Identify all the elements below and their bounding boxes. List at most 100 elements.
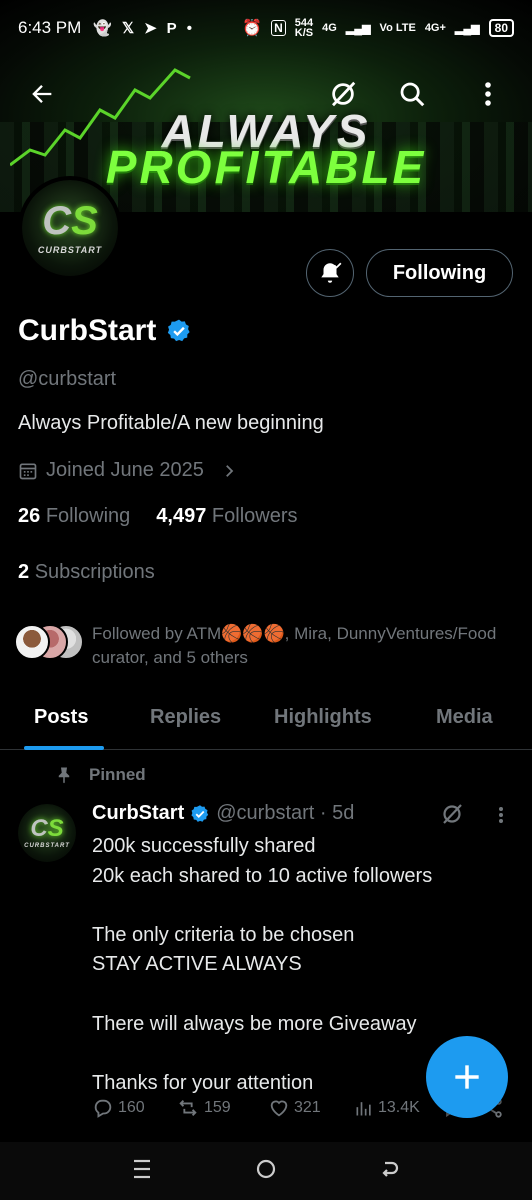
followed-by-text: Followed by ATM🏀🏀🏀, Mira, DunnyVentures/… <box>92 624 497 667</box>
post-avatar-logo: CS CURBSTART <box>18 804 76 862</box>
like-count: 321 <box>294 1099 321 1116</box>
following-label: Following <box>45 505 131 527</box>
following-count: 26 <box>18 505 41 527</box>
search-button[interactable] <box>390 72 434 116</box>
pinned-label: Pinned <box>89 765 146 784</box>
avatar-wordmark: CURBSTART <box>37 245 103 255</box>
home-button[interactable] <box>254 1157 278 1186</box>
like-button[interactable]: 321 <box>268 1097 321 1119</box>
post-more-button[interactable] <box>498 806 504 829</box>
profile-avatar[interactable]: CS CURBSTART <box>18 176 122 280</box>
status-notification-icons: 👻 𝕏 ➤ P • <box>93 19 192 38</box>
post-avatar-letter-c: C <box>30 815 48 842</box>
views-count: 13.4K <box>378 1099 420 1116</box>
status-right: ⏰ N 544 K/S 4G ▂▄▆ Vo LTE 4G+ ▂▄▆ 80 <box>242 18 514 39</box>
post-header: CurbStart @curbstart · 5d <box>92 802 354 825</box>
reply-count: 160 <box>118 1099 145 1116</box>
network-speed: 544 K/S <box>294 18 314 39</box>
alarm-icon: ⏰ <box>242 20 263 37</box>
system-nav-bar <box>0 1142 532 1200</box>
followers-label: Followers <box>211 505 298 527</box>
calendar-icon <box>19 463 37 479</box>
x-logo-icon: 𝕏 <box>122 20 135 37</box>
net2-label: 4G+ <box>424 22 446 34</box>
repost-button[interactable]: 159 <box>176 1097 231 1119</box>
pinned-label-row: Pinned <box>55 765 146 785</box>
telegram-icon: ➤ <box>144 20 157 37</box>
dot-icon: • <box>186 19 192 37</box>
snapchat-icon: 👻 <box>93 20 112 37</box>
follower-avatar-1 <box>14 624 50 660</box>
profile-tabs: Posts Replies Highlights Media <box>0 694 532 750</box>
net1-label: 4G <box>322 22 337 34</box>
avatar-monogram: CS <box>42 201 98 241</box>
tab-posts[interactable]: Posts <box>34 706 88 729</box>
post-line <box>92 891 512 921</box>
subscriptions-label: Subscriptions <box>34 561 155 583</box>
signal-icon-2: ▂▄▆ <box>454 22 480 35</box>
avatar-logo: CS CURBSTART <box>22 180 118 276</box>
post-author-avatar[interactable]: CS CURBSTART <box>18 804 76 862</box>
nfc-icon: N <box>271 20 286 36</box>
status-time: 6:43 PM <box>18 18 82 37</box>
post-grok-button[interactable] <box>440 802 464 831</box>
profile-handle: @curbstart <box>18 368 117 390</box>
back-icon <box>382 1161 399 1177</box>
more-vertical-icon <box>485 82 491 106</box>
verified-icon <box>168 319 190 342</box>
post-line: The only criteria to be chosen <box>92 923 355 946</box>
battery-indicator: 80 <box>488 19 514 37</box>
chevron-right-icon <box>226 464 234 477</box>
bell-icon <box>321 262 342 283</box>
repost-icon <box>179 1100 197 1116</box>
post-handle-time: @curbstart · 5d <box>216 802 355 824</box>
grok-button[interactable] <box>321 72 365 116</box>
post-line: 20k each shared to 10 active followers <box>92 864 433 887</box>
post-line: There will always be more Giveaway <box>92 1012 417 1035</box>
followers-stat[interactable]: 4,497 Followers <box>156 505 297 528</box>
reply-button[interactable]: 160 <box>92 1097 145 1119</box>
signal-icon-1: ▂▄▆ <box>345 22 371 35</box>
tab-highlights[interactable]: Highlights <box>274 706 372 729</box>
post-line: 200k successfully shared <box>92 835 316 857</box>
status-bar: 6:43 PM 👻 𝕏 ➤ P • ⏰ N 544 K/S 4G ▂▄▆ Vo … <box>0 0 532 56</box>
views-button[interactable]: 13.4K <box>354 1098 420 1118</box>
volte-label: Vo LTE <box>379 22 416 34</box>
tab-media[interactable]: Media <box>436 706 493 729</box>
subscriptions-stat[interactable]: 2 Subscriptions <box>18 561 155 584</box>
subscriptions-count: 2 <box>18 561 30 583</box>
like-icon <box>270 1100 288 1117</box>
post-line: STAY ACTIVE ALWAYS <box>92 953 302 976</box>
system-back-button[interactable] <box>378 1157 402 1186</box>
active-tab-indicator <box>24 746 104 750</box>
recents-button[interactable] <box>130 1158 154 1185</box>
following-stat[interactable]: 26 Following <box>18 505 130 528</box>
speed-unit: K/S <box>294 27 314 39</box>
pin-icon <box>58 767 70 784</box>
avatar-letter-s: S <box>71 199 98 243</box>
tab-replies[interactable]: Replies <box>150 706 221 729</box>
views-icon <box>356 1102 371 1116</box>
post-avatar-wordmark: CURBSTART <box>24 843 70 849</box>
grok-icon <box>332 81 356 107</box>
joined-row[interactable]: Joined June 2025 <box>18 459 238 482</box>
following-button[interactable]: Following <box>366 249 513 297</box>
follower-avatars <box>14 622 84 662</box>
search-icon <box>400 82 425 107</box>
post-author-name[interactable]: CurbStart <box>92 802 184 825</box>
compose-fab-button[interactable] <box>426 1036 508 1118</box>
profile-bio: Always Profitable/A new beginning <box>18 412 324 434</box>
followers-count: 4,497 <box>156 505 207 527</box>
avatar-letter-c: C <box>42 199 72 243</box>
back-button[interactable] <box>20 72 64 116</box>
post-line <box>92 980 512 1010</box>
plus-icon <box>455 1065 479 1089</box>
post-verified-icon <box>191 804 209 822</box>
repost-count: 159 <box>204 1099 231 1116</box>
notifications-bell-button[interactable] <box>306 249 354 297</box>
more-options-button[interactable] <box>466 72 510 116</box>
post-avatar-letter-s: S <box>47 815 64 842</box>
followed-by-row[interactable]: Followed by ATM🏀🏀🏀, Mira, DunnyVentures/… <box>14 622 512 670</box>
joined-date: Joined June 2025 <box>46 459 204 481</box>
profile-name: CurbStart <box>18 314 157 347</box>
